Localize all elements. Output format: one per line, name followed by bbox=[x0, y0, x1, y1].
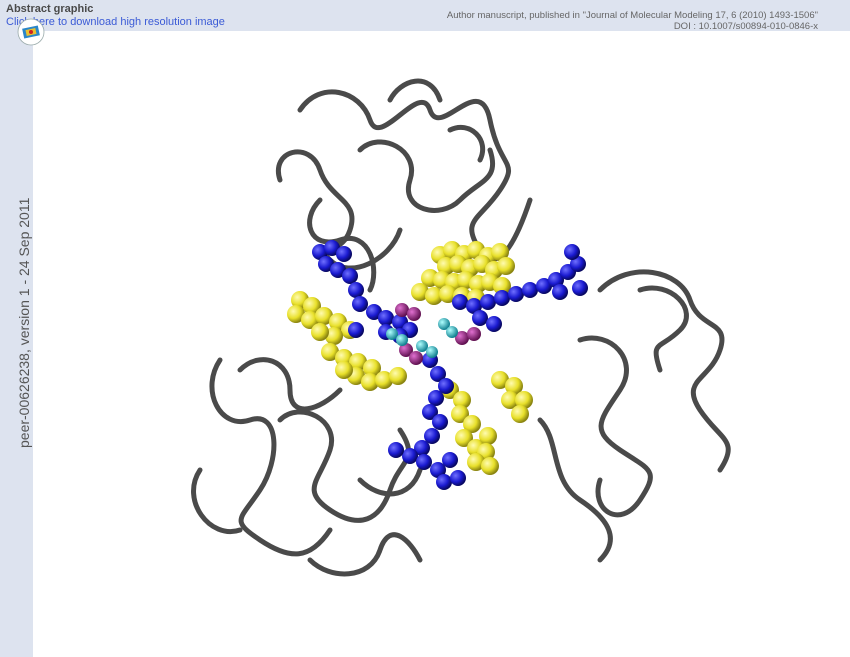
abstract-title: Abstract graphic bbox=[6, 3, 94, 15]
protein-structure-image bbox=[191, 78, 731, 577]
hal-archive-logo-icon bbox=[17, 18, 45, 46]
hal-identifier-text: peer-00626238, version 1 - 24 Sep 2011 bbox=[16, 197, 32, 448]
doi-text: DOI : 10.1007/s00894-010-0846-x bbox=[673, 21, 818, 32]
hal-identifier: peer-00626238, version 1 - 24 Sep 2011 bbox=[2, 197, 32, 450]
ribbon-left bbox=[191, 357, 423, 577]
manuscript-citation: Author manuscript, published in "Journal… bbox=[446, 10, 818, 21]
ribbon-right bbox=[537, 269, 731, 563]
